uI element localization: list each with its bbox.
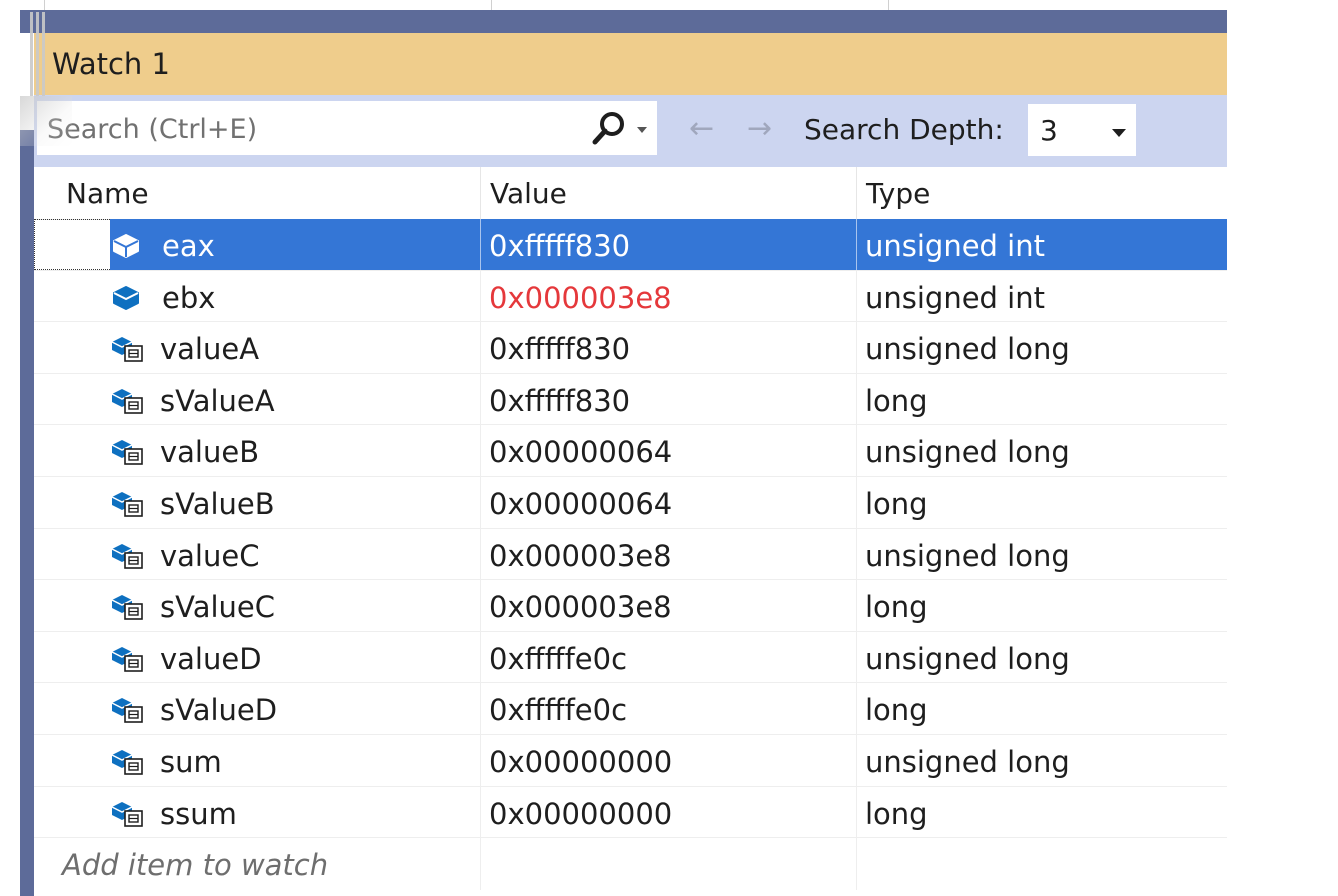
watch-item-type: long (856, 683, 1227, 734)
watch-item-name[interactable]: ssum (160, 787, 237, 838)
watch-item-name[interactable]: valueA (160, 322, 259, 373)
watch-item-type: unsigned long (856, 735, 1227, 786)
chevron-down-icon (1112, 129, 1126, 137)
watch-row[interactable]: valueC 0x000003e8unsigned long (34, 529, 1227, 581)
static-variable-icon (110, 541, 144, 569)
watch-item-name[interactable]: sValueB (160, 477, 275, 528)
watch-row[interactable]: valueA 0xfffff830unsigned long (34, 322, 1227, 374)
static-variable-icon (110, 386, 144, 414)
search-box[interactable] (36, 100, 658, 156)
watch-item-value[interactable]: 0x00000064 (480, 425, 856, 476)
column-header-value[interactable]: Value (480, 167, 856, 219)
watch-item-type: unsigned long (856, 529, 1227, 580)
search-input[interactable] (45, 107, 569, 151)
watch-toolbar: ← → Search Depth: 3 (34, 95, 1227, 167)
watch-row[interactable]: valueB 0x00000064unsigned long (34, 425, 1227, 477)
watch-item-value[interactable]: 0xfffffe0c (480, 632, 856, 683)
watch-row[interactable]: sValueB 0x00000064long (34, 477, 1227, 529)
column-divider (856, 838, 857, 890)
grid-header: Name Value Type (34, 167, 1227, 220)
column-divider (480, 838, 481, 890)
watch-row[interactable]: sum 0x00000000unsigned long (34, 735, 1227, 787)
watch-item-value[interactable]: 0x000003e8 (480, 271, 856, 322)
top-strip (0, 0, 1227, 10)
focus-rectangle (34, 219, 110, 270)
watch-row[interactable]: valueD 0xfffffe0cunsigned long (34, 632, 1227, 684)
watch-item-type: long (856, 787, 1227, 838)
watch-item-name[interactable]: valueC (160, 529, 259, 580)
watch-item-value[interactable]: 0xfffff830 (480, 374, 856, 425)
watch-rows: eax0xfffff830unsigned intebx0x000003e8un… (34, 219, 1227, 890)
watch-item-type: unsigned long (856, 632, 1227, 683)
window-frame-left (20, 130, 34, 896)
watch-item-name[interactable]: sum (160, 735, 222, 786)
column-header-type[interactable]: Type (856, 167, 1227, 219)
watch-item-value[interactable]: 0x000003e8 (480, 580, 856, 631)
search-back-arrow-icon[interactable]: ← (689, 111, 714, 146)
register-icon (110, 283, 144, 311)
column-header-name[interactable]: Name (56, 167, 480, 219)
drag-grip-handle[interactable] (30, 12, 72, 96)
watch-item-value[interactable]: 0x000003e8 (480, 529, 856, 580)
search-options-dropdown-icon[interactable] (637, 127, 647, 133)
top-strip-divider (491, 0, 492, 10)
watch-row[interactable]: sValueA 0xfffff830long (34, 374, 1227, 426)
watch-grid: Name Value Type eax0xfffff830unsigned in… (34, 167, 1227, 896)
watch-window-title[interactable]: Watch 1 (34, 33, 1227, 95)
watch-item-type: unsigned int (856, 271, 1227, 322)
watch-row[interactable]: ebx 0x000003e8unsigned int (34, 271, 1227, 323)
watch-item-name[interactable]: valueD (160, 632, 262, 683)
watch-row[interactable]: eax 0xfffff830unsigned int (34, 219, 1227, 271)
window-frame-top (20, 10, 1227, 33)
watch-item-value[interactable]: 0xfffff830 (480, 219, 856, 270)
static-variable-icon (110, 747, 144, 775)
register-icon (110, 231, 144, 259)
static-variable-icon (110, 334, 144, 362)
watch-row[interactable]: sValueC 0x000003e8long (34, 580, 1227, 632)
search-forward-arrow-icon[interactable]: → (747, 111, 772, 146)
watch-item-value[interactable]: 0x00000000 (480, 787, 856, 838)
watch-item-type: unsigned long (856, 322, 1227, 373)
search-depth-value: 3 (1040, 114, 1058, 147)
magnifier-icon[interactable] (589, 109, 629, 149)
watch-item-value[interactable]: 0x00000064 (480, 477, 856, 528)
watch-item-name[interactable]: ebx (162, 271, 215, 322)
watch-item-name[interactable]: valueB (160, 425, 259, 476)
static-variable-icon (110, 644, 144, 672)
watch-item-value[interactable]: 0x00000000 (480, 735, 856, 786)
watch-item-type: unsigned int (856, 219, 1227, 270)
watch-item-value[interactable]: 0xfffffe0c (480, 683, 856, 734)
watch-item-type: long (856, 580, 1227, 631)
watch-item-name[interactable]: sValueC (160, 580, 275, 631)
search-depth-label: Search Depth: (804, 113, 1004, 146)
add-item-row[interactable]: Add item to watch (34, 838, 1227, 890)
watch-item-name[interactable]: sValueA (160, 374, 275, 425)
static-variable-icon (110, 437, 144, 465)
top-strip-divider (888, 0, 889, 10)
drag-shadow (20, 96, 72, 146)
watch-item-name[interactable]: sValueD (160, 683, 277, 734)
watch-item-type: long (856, 374, 1227, 425)
watch-item-name[interactable]: eax (162, 219, 215, 270)
watch-item-value[interactable]: 0xfffff830 (480, 322, 856, 373)
static-variable-icon (110, 695, 144, 723)
watch-row[interactable]: sValueD 0xfffffe0clong (34, 683, 1227, 735)
add-item-placeholder[interactable]: Add item to watch (62, 838, 328, 892)
watch-item-type: long (856, 477, 1227, 528)
watch-item-type: unsigned long (856, 425, 1227, 476)
watch-row[interactable]: ssum 0x00000000long (34, 787, 1227, 839)
static-variable-icon (110, 489, 144, 517)
search-depth-select[interactable]: 3 (1027, 103, 1137, 157)
top-strip-divider (44, 0, 45, 10)
static-variable-icon (110, 592, 144, 620)
static-variable-icon (110, 799, 144, 827)
